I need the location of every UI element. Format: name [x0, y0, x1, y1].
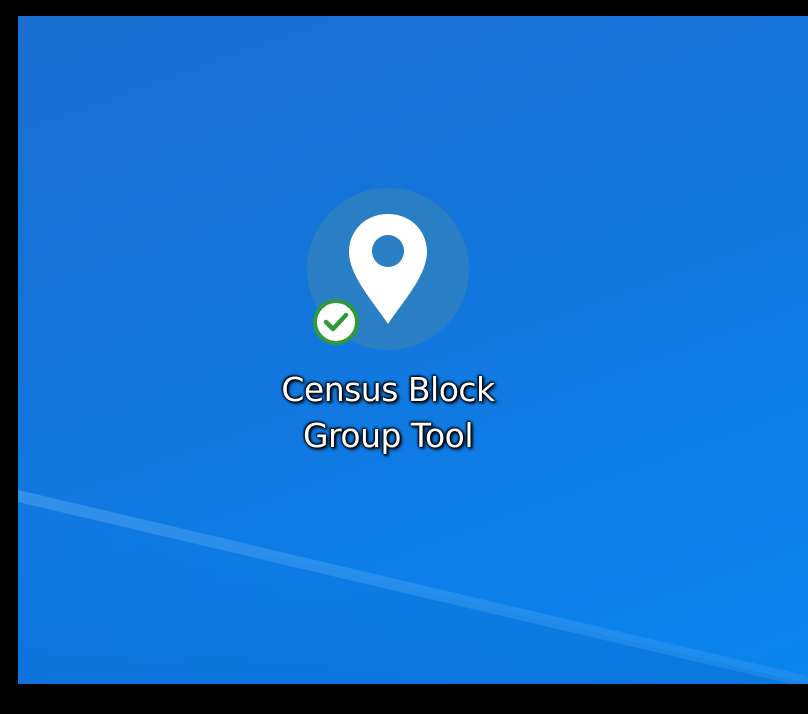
desktop-icon-label: Census Block Group Tool [263, 367, 513, 459]
icon-label-line-2: Group Tool [302, 416, 474, 455]
desktop[interactable]: Census Block Group Tool [18, 16, 808, 684]
screen-frame: Census Block Group Tool [0, 0, 808, 714]
sync-check-icon [313, 299, 359, 345]
desktop-icon-census-block-group-tool[interactable]: Census Block Group Tool [263, 184, 513, 474]
map-pin-icon [307, 188, 469, 350]
icon-label-line-1: Census Block [281, 370, 495, 409]
